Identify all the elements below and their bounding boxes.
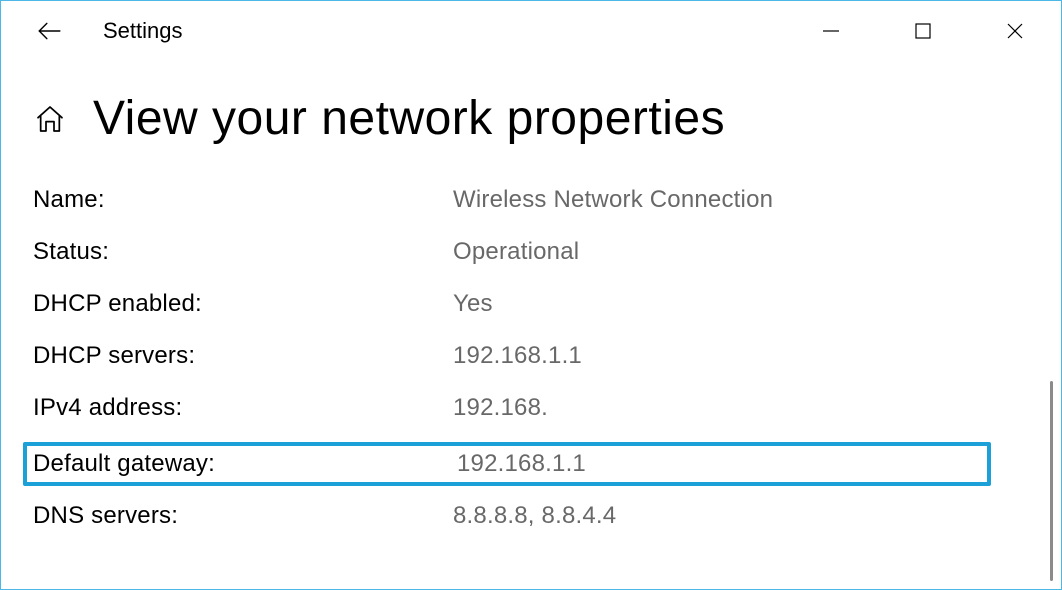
back-button[interactable] <box>25 7 73 55</box>
properties-list: Name: Wireless Network Connection Status… <box>1 146 991 534</box>
property-value: 192.168.1.1 <box>453 342 582 370</box>
app-title: Settings <box>103 18 183 44</box>
home-icon[interactable] <box>33 102 67 136</box>
property-label: DNS servers: <box>33 502 453 530</box>
property-row-dns: DNS servers: 8.8.8.8, 8.8.4.4 <box>33 498 991 534</box>
property-value: Yes <box>453 290 493 318</box>
back-arrow-icon <box>36 18 62 44</box>
property-row-ipv4: IPv4 address: 192.168. <box>33 390 991 426</box>
property-row-name: Name: Wireless Network Connection <box>33 182 991 218</box>
vertical-scrollbar[interactable] <box>1050 381 1053 581</box>
close-icon <box>1006 22 1024 40</box>
property-label: DHCP servers: <box>33 342 453 370</box>
property-row-default-gateway-highlighted: Default gateway: 192.168.1.1 <box>23 442 991 486</box>
property-value: 192.168.1.1 <box>457 450 586 478</box>
page-heading-row: View your network properties <box>1 61 1061 146</box>
maximize-icon <box>914 22 932 40</box>
property-row-dhcp-servers: DHCP servers: 192.168.1.1 <box>33 338 991 374</box>
property-value: Wireless Network Connection <box>453 186 773 214</box>
page-title: View your network properties <box>93 91 725 146</box>
title-bar: Settings <box>1 1 1061 61</box>
window-controls <box>785 1 1061 61</box>
property-row-dhcp-enabled: DHCP enabled: Yes <box>33 286 991 322</box>
property-value: 192.168. <box>453 394 548 422</box>
property-label: DHCP enabled: <box>33 290 453 318</box>
minimize-icon <box>822 22 840 40</box>
close-button[interactable] <box>969 1 1061 61</box>
property-label: IPv4 address: <box>33 394 453 422</box>
maximize-button[interactable] <box>877 1 969 61</box>
property-label: Default gateway: <box>33 450 457 478</box>
home-icon-svg <box>34 103 66 135</box>
property-label: Status: <box>33 238 453 266</box>
property-row-status: Status: Operational <box>33 234 991 270</box>
property-label: Name: <box>33 186 453 214</box>
property-value: 8.8.8.8, 8.8.4.4 <box>453 502 616 530</box>
property-value: Operational <box>453 238 579 266</box>
minimize-button[interactable] <box>785 1 877 61</box>
